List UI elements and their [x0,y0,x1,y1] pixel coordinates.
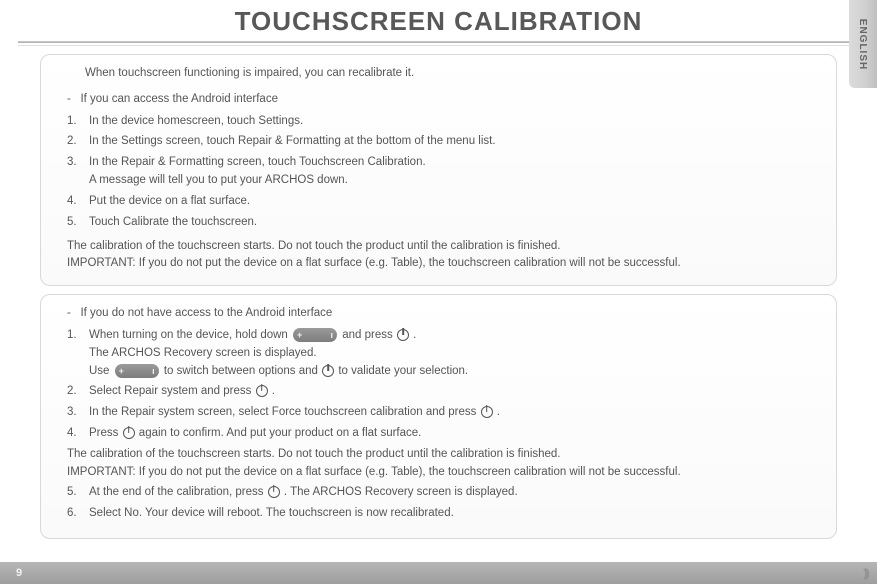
page-number: 9 [16,567,23,579]
power-icon [322,365,334,377]
section-no-access: - If you do not have access to the Andro… [40,294,837,539]
step-subtext: Use + ı to switch between options and to… [89,363,820,381]
volume-rocker-icon: + ı [115,364,159,378]
volume-rocker-icon: + ı [293,328,337,342]
list-item: 2. Select Repair system and press . [67,383,820,401]
section-accessible: When touchscreen functioning is impaired… [40,54,837,286]
step-number: 3. [67,404,85,422]
divider [18,41,859,43]
step-text: Put the device on a flat surface. [89,195,250,207]
step-number: 4. [67,425,85,443]
list-item: 3. In the Repair system screen, select F… [67,404,820,422]
step-number: 5. [67,484,85,502]
step-text: In the Repair & Formatting screen, touch… [89,156,426,168]
list-item: 5. At the end of the calibration, press … [67,484,820,502]
step-number: 6. [67,505,85,523]
title-bar: TOUCHSCREEN CALIBRATION [0,0,877,46]
step-number: 2. [67,133,85,151]
step-number: 5. [67,214,85,232]
step-text: . [272,385,275,397]
minus-icon: ı [331,328,334,342]
list-item: 1. When turning on the device, hold down… [67,327,820,380]
note-text: The calibration of the touchscreen start… [67,446,820,464]
step-text: . [413,329,416,341]
condition-text: If you do not have access to the Android… [80,307,332,319]
step-text: In the Settings screen, touch Repair & F… [89,135,496,147]
step-text: and press [342,329,396,341]
condition-text: If you can access the Android interface [80,93,278,105]
dash: - [67,93,71,105]
steps-list: 1. When turning on the device, hold down… [67,327,820,443]
step-number: 3. [67,154,85,172]
power-icon [268,486,280,498]
step-text: to validate your selection. [338,365,468,377]
steps-list: 1. In the device homescreen, touch Setti… [67,113,820,232]
list-item: 4. Press again to confirm. And put your … [67,425,820,443]
step-text: In the device homescreen, touch Settings… [89,115,303,127]
step-text: Touch Calibrate the touchscreen. [89,216,257,228]
step-text: Select No. Your device will reboot. The … [89,507,454,519]
plus-icon: + [297,328,302,342]
condition-line: - If you can access the Android interfac… [67,91,820,109]
minus-icon: ı [152,364,155,378]
step-text: again to confirm. And put your product o… [139,427,422,439]
list-item: 2. In the Settings screen, touch Repair … [67,133,820,151]
step-text: to switch between options and [164,365,321,377]
power-icon [256,385,268,397]
step-text: . The ARCHOS Recovery screen is displaye… [284,486,518,498]
footer-bar: 9 )))) [0,562,877,584]
power-icon [123,427,135,439]
power-icon [481,406,493,418]
step-number: 1. [67,113,85,131]
intro-text: When touchscreen functioning is impaired… [85,65,820,83]
list-item: 6. Select No. Your device will reboot. T… [67,505,820,523]
decorative-wave-icon: )))) [863,566,867,580]
step-text: Press [89,427,122,439]
step-text: In the Repair system screen, select Forc… [89,406,480,418]
step-text: . [497,406,500,418]
note-text: IMPORTANT: If you do not put the device … [67,464,820,482]
list-item: 5. Touch Calibrate the touchscreen. [67,214,820,232]
step-text: Select Repair system and press [89,385,255,397]
step-text: When turning on the device, hold down [89,329,291,341]
list-item: 3. In the Repair & Formatting screen, to… [67,154,820,190]
plus-icon: + [119,364,124,378]
step-number: 2. [67,383,85,401]
note-text: IMPORTANT: If you do not put the device … [67,255,820,273]
list-item: 1. In the device homescreen, touch Setti… [67,113,820,131]
step-subtext: A message will tell you to put your ARCH… [89,172,820,190]
power-icon [397,329,409,341]
step-number: 1. [67,327,85,345]
list-item: 4. Put the device on a flat surface. [67,193,820,211]
steps-list: 5. At the end of the calibration, press … [67,484,820,523]
step-text: At the end of the calibration, press [89,486,267,498]
note-text: The calibration of the touchscreen start… [67,238,820,256]
step-number: 4. [67,193,85,211]
page-title: TOUCHSCREEN CALIBRATION [0,6,877,37]
step-text: Use [89,365,113,377]
condition-line: - If you do not have access to the Andro… [67,305,820,323]
dash: - [67,307,71,319]
step-subtext: The ARCHOS Recovery screen is displayed. [89,345,820,363]
